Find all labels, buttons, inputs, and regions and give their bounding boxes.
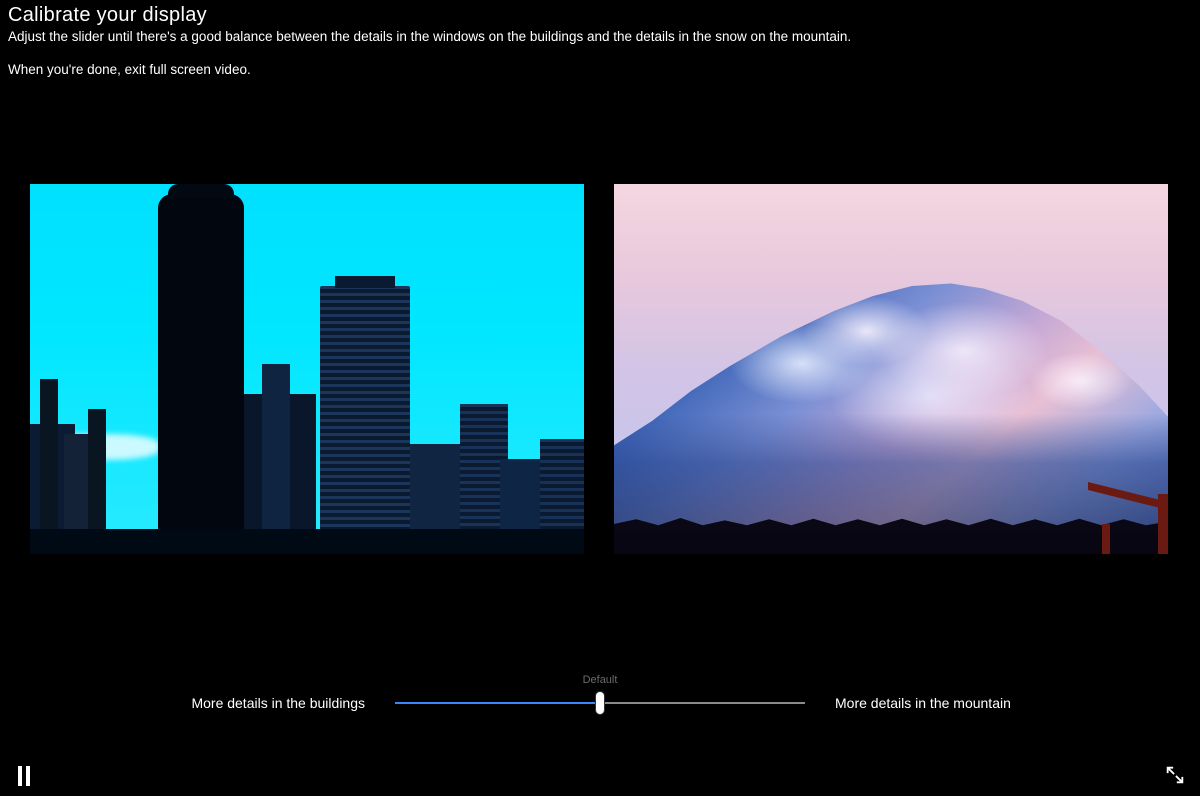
slider-thumb[interactable] [596, 692, 604, 714]
instruction-text: Adjust the slider until there's a good b… [8, 29, 1192, 44]
exit-hint-text: When you're done, exit full screen video… [8, 62, 1192, 77]
exit-fullscreen-button[interactable] [1164, 764, 1186, 786]
pause-icon [18, 766, 22, 786]
slider-default-label: Default [583, 674, 618, 686]
page-title: Calibrate your display [8, 4, 1192, 27]
slider-fill [395, 702, 600, 704]
pause-button[interactable] [18, 766, 36, 786]
calibration-previews [30, 184, 1168, 554]
slider-track[interactable] [395, 702, 805, 704]
exit-fullscreen-icon [1164, 764, 1186, 786]
slider-label-left: More details in the buildings [95, 695, 365, 711]
slider-label-right: More details in the mountain [835, 695, 1105, 711]
preview-buildings [30, 184, 584, 554]
preview-mountain [614, 184, 1168, 554]
calibration-slider[interactable]: Default [395, 688, 805, 718]
